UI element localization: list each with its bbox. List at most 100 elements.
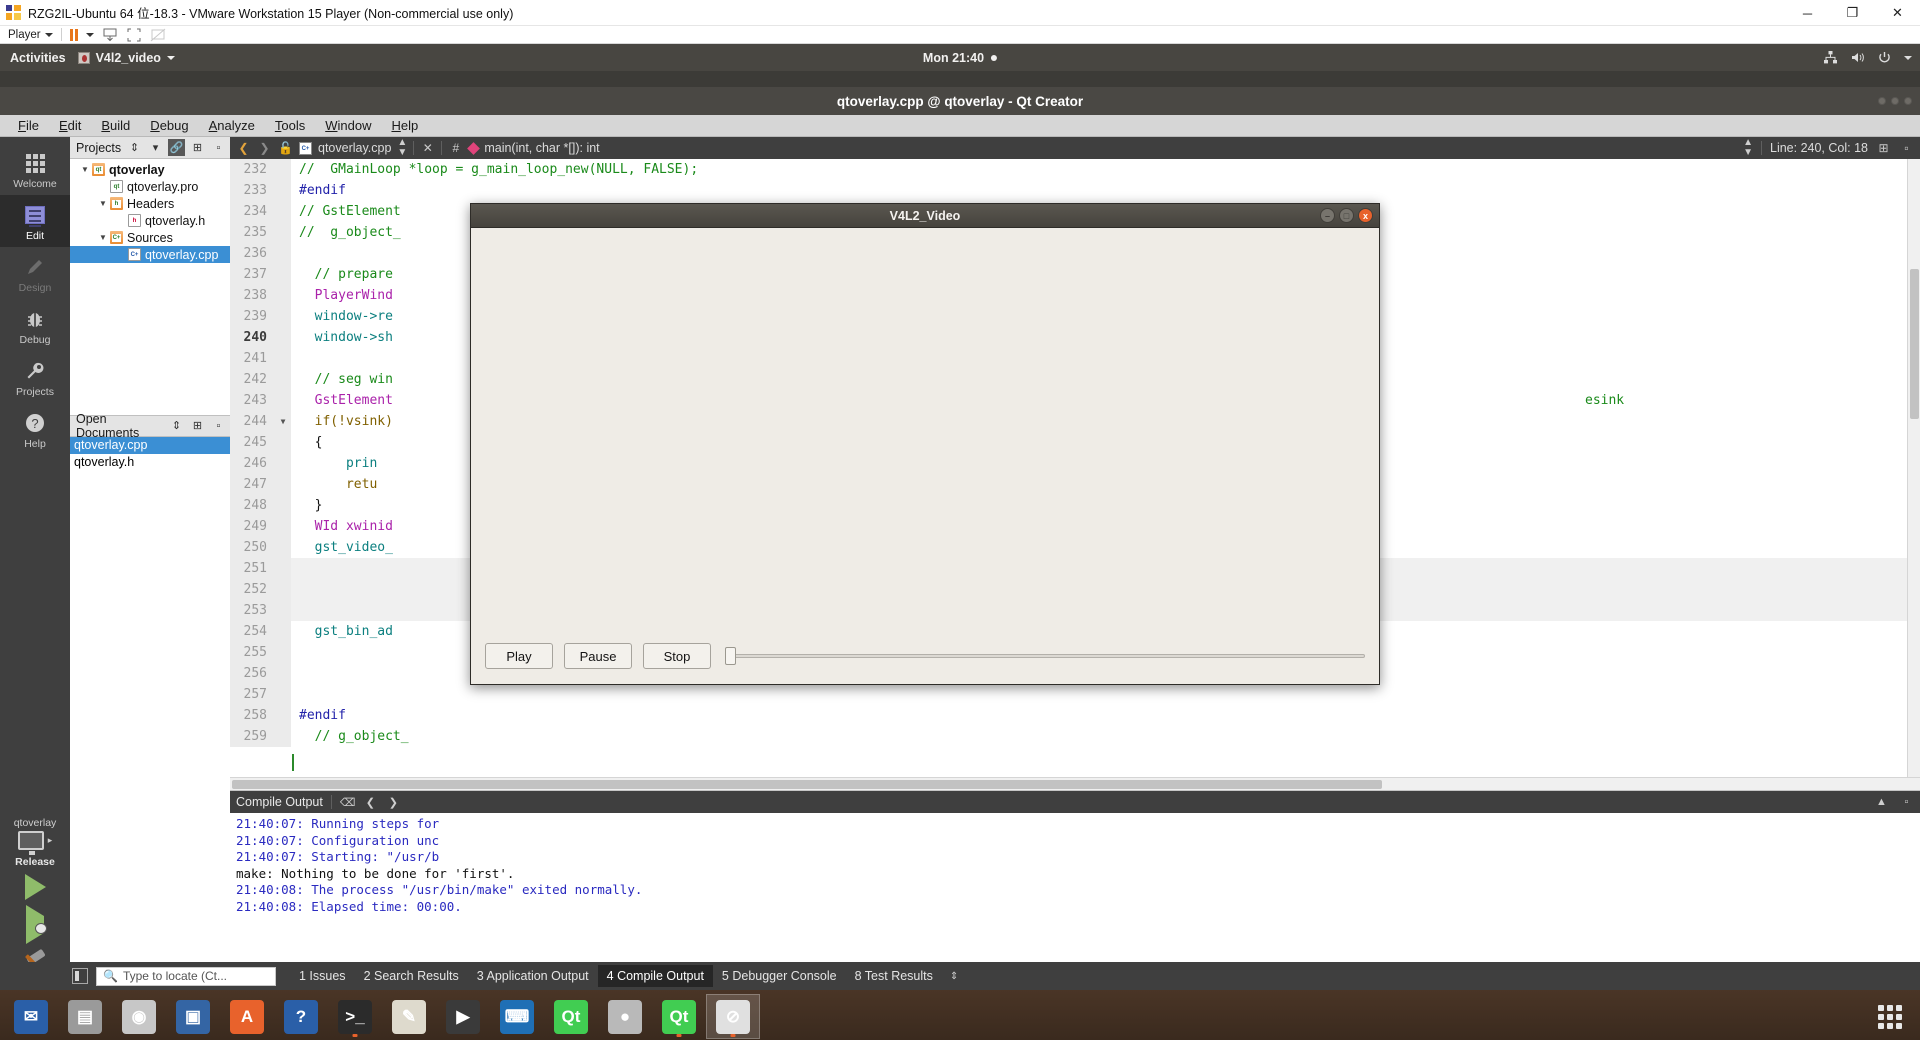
fold-marker[interactable]: [275, 306, 291, 327]
sync-with-editor-icon[interactable]: 🔗: [168, 139, 185, 156]
tree-expand-arrow[interactable]: ▼: [96, 233, 110, 242]
v4l2-close-button[interactable]: x: [1358, 208, 1373, 223]
fold-marker[interactable]: [275, 705, 291, 726]
mode-debug[interactable]: Debug: [0, 299, 70, 351]
fold-marker[interactable]: [275, 327, 291, 348]
tree-item-headers[interactable]: ▼ h Headers: [70, 195, 230, 212]
fold-marker[interactable]: [275, 285, 291, 306]
output-tab-2-search-results[interactable]: 2 Search Results: [355, 965, 468, 987]
close-document-icon[interactable]: ✕: [420, 141, 435, 155]
fold-marker[interactable]: [275, 264, 291, 285]
mode-welcome[interactable]: Welcome: [0, 143, 70, 195]
dock-rhythmbox-icon[interactable]: ◉: [112, 994, 166, 1039]
v4l2-video-dialog[interactable]: V4L2_Video – □ x Play Pause Stop: [470, 203, 1380, 685]
pause-icon[interactable]: [69, 28, 78, 41]
chevron-down-icon-4[interactable]: [1904, 55, 1912, 60]
code-line[interactable]: 257: [230, 684, 1920, 705]
maximize-output-icon[interactable]: ▲: [1874, 796, 1889, 808]
fold-marker[interactable]: [275, 201, 291, 222]
minimize-button[interactable]: ─: [1785, 0, 1830, 26]
fold-marker[interactable]: [275, 432, 291, 453]
debug-button[interactable]: [0, 905, 70, 944]
fold-marker[interactable]: [275, 222, 291, 243]
scrollbar-thumb[interactable]: [1910, 269, 1919, 419]
pause-button[interactable]: Pause: [564, 643, 632, 669]
split-editor-icon[interactable]: ⊞: [1876, 141, 1891, 155]
mode-help[interactable]: ? Help: [0, 403, 70, 455]
dock-video-editor-icon[interactable]: ▶: [436, 994, 490, 1039]
dock-thunderbird-icon[interactable]: ✉: [4, 994, 58, 1039]
mode-design[interactable]: Design: [0, 247, 70, 299]
mode-projects[interactable]: Projects: [0, 351, 70, 403]
fold-marker[interactable]: [275, 474, 291, 495]
menu-build[interactable]: Build: [93, 116, 138, 135]
output-tab-3-application-output[interactable]: 3 Application Output: [468, 965, 598, 987]
v4l2-maximize-button[interactable]: □: [1339, 208, 1354, 223]
dock-terminal-icon[interactable]: >_: [328, 994, 382, 1039]
tree-item-qtoverlay-cpp[interactable]: C+ qtoverlay.cpp: [70, 246, 230, 263]
current-app-menu[interactable]: V4l2_video: [77, 51, 175, 65]
fold-marker[interactable]: [275, 159, 291, 180]
menu-window[interactable]: Window: [317, 116, 379, 135]
output-tab-1-issues[interactable]: 1 Issues: [290, 965, 355, 987]
volume-icon[interactable]: [1850, 50, 1865, 65]
player-menu-button[interactable]: Player: [8, 29, 53, 41]
tree-item-qtoverlay-h[interactable]: h qtoverlay.h: [70, 212, 230, 229]
editor-symbol-label[interactable]: main(int, char *[]): int: [484, 141, 599, 155]
docs-split-icon[interactable]: ⊞: [189, 417, 206, 434]
v4l2-minimize-button[interactable]: –: [1320, 208, 1335, 223]
dock-help-icon[interactable]: ?: [274, 994, 328, 1039]
fold-marker[interactable]: [275, 621, 291, 642]
output-tab-4-compile-output[interactable]: 4 Compile Output: [597, 965, 713, 987]
play-button[interactable]: Play: [485, 643, 553, 669]
fold-marker[interactable]: [275, 558, 291, 579]
open-documents-list[interactable]: qtoverlay.cpp qtoverlay.h: [70, 436, 230, 737]
editor-file-selector[interactable]: C+ qtoverlay.cpp: [299, 141, 391, 155]
fold-marker[interactable]: [275, 243, 291, 264]
fold-marker[interactable]: [275, 537, 291, 558]
fold-marker[interactable]: [275, 516, 291, 537]
fullscreen-icon[interactable]: [126, 28, 142, 42]
stop-button[interactable]: Stop: [643, 643, 711, 669]
locator-input[interactable]: 🔍 Type to locate (Ct...: [96, 966, 276, 986]
kit-selector-button[interactable]: ▸: [0, 831, 70, 855]
fold-marker[interactable]: [275, 726, 291, 747]
clear-output-icon[interactable]: ⌫: [340, 796, 356, 809]
split-panel-icon[interactable]: ⊞: [189, 139, 206, 156]
dock-camera-icon[interactable]: ●: [598, 994, 652, 1039]
restore-button[interactable]: ❐: [1830, 0, 1875, 26]
editor-horizontal-scrollbar[interactable]: [230, 777, 1920, 790]
dock-files-icon[interactable]: ▤: [58, 994, 112, 1039]
dock-software-icon[interactable]: A: [220, 994, 274, 1039]
output-tabs-combo-icon[interactable]: ⇕: [950, 971, 958, 982]
run-button[interactable]: [0, 868, 70, 906]
dock-vscode-icon[interactable]: ⌨: [490, 994, 544, 1039]
fold-marker[interactable]: [275, 369, 291, 390]
qtc-minimize-button[interactable]: [1878, 97, 1886, 105]
close-output-icon[interactable]: ▫: [1899, 796, 1914, 808]
output-tab-8-test-results[interactable]: 8 Test Results: [846, 965, 942, 987]
dock-text-editor-icon[interactable]: ✎: [382, 994, 436, 1039]
activities-button[interactable]: Activities: [0, 51, 78, 65]
close-split-icon[interactable]: ▫: [1899, 141, 1914, 155]
close-button[interactable]: ✕: [1875, 0, 1920, 26]
fold-marker[interactable]: ▼: [275, 411, 291, 432]
menu-help[interactable]: Help: [383, 116, 426, 135]
menu-edit[interactable]: Edit: [51, 116, 89, 135]
editor-vertical-scrollbar[interactable]: [1907, 159, 1920, 777]
qtc-close-button[interactable]: [1904, 97, 1912, 105]
open-document-qtoverlay-cpp[interactable]: qtoverlay.cpp: [70, 436, 230, 454]
show-applications-icon[interactable]: [1878, 1005, 1902, 1029]
fold-marker[interactable]: [275, 495, 291, 516]
file-combo-icon[interactable]: ▲ ▼: [397, 138, 407, 158]
clock[interactable]: Mon 21:40: [923, 51, 998, 65]
code-line[interactable]: 233 #endif: [230, 180, 1920, 201]
mode-edit[interactable]: Edit: [0, 195, 70, 247]
dock-libreoffice-icon[interactable]: ▣: [166, 994, 220, 1039]
code-line[interactable]: 258 #endif: [230, 705, 1920, 726]
menu-file[interactable]: File: [10, 116, 47, 135]
send-key-icon[interactable]: [102, 28, 118, 42]
power-icon[interactable]: [1877, 50, 1892, 65]
fold-marker[interactable]: [275, 348, 291, 369]
go-back-icon[interactable]: ❮: [236, 141, 251, 155]
